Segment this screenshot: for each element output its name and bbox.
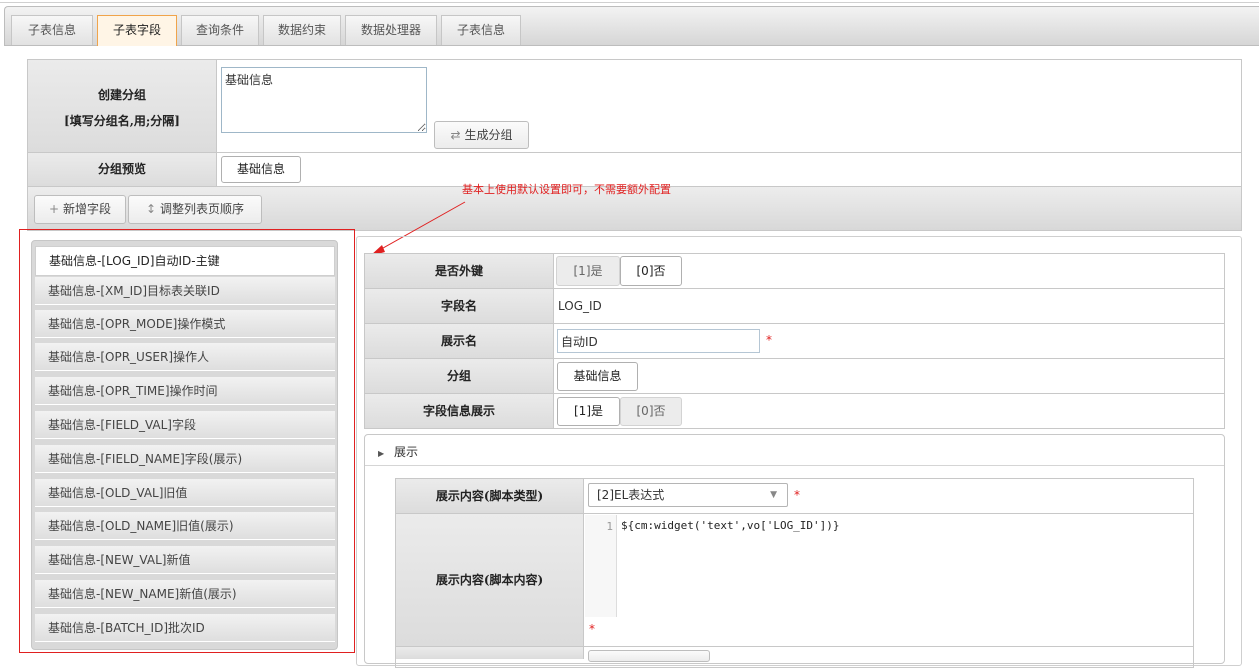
group-chip[interactable]: 基础信息 xyxy=(557,362,638,391)
field-name-value: LOG_ID xyxy=(558,299,602,313)
display-name-input[interactable] xyxy=(557,329,760,353)
field-list-item[interactable]: 基础信息-[FIELD_NAME]字段(展示) xyxy=(35,445,335,473)
script-content-required: * xyxy=(589,622,595,636)
code-editor[interactable]: 1 ${cm:widget('text',vo['LOG_ID'])} xyxy=(585,515,1192,617)
required-mark: * xyxy=(766,333,772,347)
field-list-item[interactable]: 基础信息-[OPR_TIME]操作时间 xyxy=(35,377,335,405)
tab-subtable-info-2[interactable]: 子表信息 xyxy=(441,15,521,45)
tab-data-constraints[interactable]: 数据约束 xyxy=(263,15,341,45)
code-line: ${cm:widget('text',vo['LOG_ID'])} xyxy=(621,519,840,532)
field-info-display-label: 字段信息展示 xyxy=(365,394,553,428)
generate-group-button[interactable]: ⇄ 生成分组 xyxy=(434,121,529,149)
script-type-label: 展示内容(脚本类型) xyxy=(396,479,583,513)
field-list-item[interactable]: 基础信息-[OPR_MODE]操作模式 xyxy=(35,310,335,338)
script-type-select[interactable]: [2]EL表达式 ▼ xyxy=(588,483,788,507)
generate-group-label: 生成分组 xyxy=(464,128,513,142)
display-name-label: 展示名 xyxy=(365,324,553,358)
tab-data-processor[interactable]: 数据处理器 xyxy=(345,15,437,45)
script-type-required: * xyxy=(794,488,800,502)
create-group-label: 创建分组 [填写分组名,用;分隔] xyxy=(28,60,216,152)
field-info-yes[interactable]: [1]是 xyxy=(557,397,620,426)
tab-subtable-info[interactable]: 子表信息 xyxy=(11,15,93,45)
reorder-list-button[interactable]: ↕ 调整列表页顺序 xyxy=(128,195,262,224)
field-list-item[interactable]: 基础信息-[OPR_USER]操作人 xyxy=(35,343,335,371)
tab-bar: 子表信息 子表字段 查询条件 数据约束 数据处理器 子表信息 xyxy=(4,6,1259,46)
field-list-item[interactable]: 基础信息-[NEW_NAME]新值(展示) xyxy=(35,580,335,608)
chevron-down-icon: ▼ xyxy=(770,490,777,500)
tab-subtable-fields[interactable]: 子表字段 xyxy=(97,15,177,46)
display-section-title: 展示 xyxy=(393,445,418,459)
next-row-label xyxy=(396,647,583,659)
field-list-item[interactable]: 基础信息-[OLD_NAME]旧值(展示) xyxy=(35,512,335,540)
group-name-textarea[interactable]: 基础信息 xyxy=(221,67,427,133)
field-name-label: 字段名 xyxy=(365,289,553,323)
group-preview-label: 分组预览 xyxy=(28,153,216,186)
add-field-label: 新增字段 xyxy=(62,202,111,216)
foreign-key-label: 是否外键 xyxy=(365,254,553,288)
script-type-value: [2]EL表达式 xyxy=(597,488,665,502)
line-number: 1 xyxy=(606,520,613,533)
foreign-key-no[interactable]: [0]否 xyxy=(620,256,682,286)
display-section-header[interactable]: ▶ 展示 xyxy=(378,443,418,460)
sort-icon: ↕ xyxy=(146,202,157,216)
group-label: 分组 xyxy=(365,359,553,393)
swap-icon: ⇄ xyxy=(450,128,461,142)
field-list-item[interactable]: 基础信息-[BATCH_ID]批次ID xyxy=(35,614,335,642)
field-info-no[interactable]: [0]否 xyxy=(620,397,682,426)
field-list-item[interactable]: 基础信息-[LOG_ID]自动ID-主键 xyxy=(35,246,335,276)
foreign-key-yes[interactable]: [1]是 xyxy=(556,256,620,286)
create-group-hint: [填写分组名,用;分隔] xyxy=(64,114,180,128)
next-row-toggle[interactable] xyxy=(588,650,710,662)
field-list-item[interactable]: 基础信息-[FIELD_VAL]字段 xyxy=(35,411,335,439)
script-content-label: 展示内容(脚本内容) xyxy=(396,514,583,646)
create-group-title: 创建分组 xyxy=(97,88,146,102)
field-list-item[interactable]: 基础信息-[NEW_VAL]新值 xyxy=(35,546,335,574)
add-field-button[interactable]: + 新增字段 xyxy=(34,195,126,224)
caret-right-icon: ▶ xyxy=(378,449,385,458)
group-preview-chip[interactable]: 基础信息 xyxy=(221,156,301,183)
annotation-text: 基本上使用默认设置即可，不需要额外配置 xyxy=(462,183,671,196)
tab-query-conditions[interactable]: 查询条件 xyxy=(181,15,259,45)
plus-icon: + xyxy=(49,202,60,216)
reorder-list-label: 调整列表页顺序 xyxy=(159,202,244,216)
field-list-item[interactable]: 基础信息-[XM_ID]目标表关联ID xyxy=(35,277,335,305)
field-list-item[interactable]: 基础信息-[OLD_VAL]旧值 xyxy=(35,479,335,507)
